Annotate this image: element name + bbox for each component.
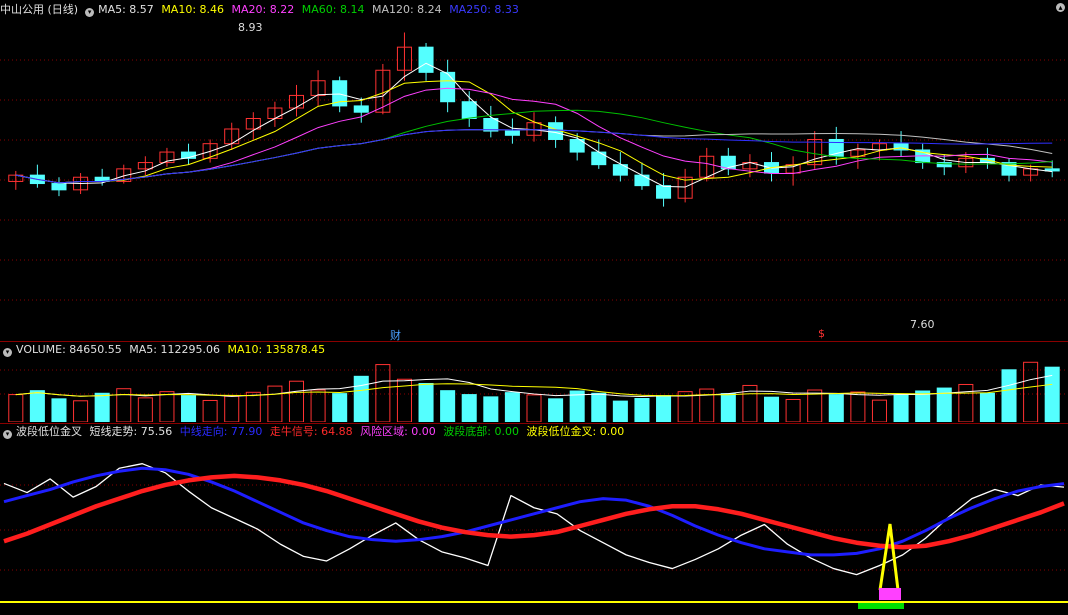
short-trend-line	[3, 463, 1065, 576]
stock-title: 中山公用 (日线)	[0, 3, 79, 16]
candle-body	[591, 151, 607, 166]
volume-bar	[94, 392, 110, 422]
volume-bar	[720, 393, 736, 422]
volume-panel[interactable]	[0, 358, 1068, 422]
volume-bar	[893, 394, 909, 422]
volume-bar	[979, 392, 995, 422]
price-chart	[0, 32, 1068, 301]
low-price-label: 7.60	[910, 318, 935, 331]
volume-bar	[526, 394, 542, 422]
volume-title: VOLUME: 84650.55	[16, 343, 122, 356]
volume-bar	[288, 380, 305, 422]
dividend-marker[interactable]: $	[818, 327, 825, 340]
volume-bar	[785, 398, 801, 422]
golden-cross-label: 波段低位金叉: 0.00	[526, 425, 625, 438]
volume-bar	[51, 398, 67, 422]
volume-bar	[29, 390, 45, 422]
volume-legend: ▾ VOLUME: 84650.55 MA5: 112295.06 MA10: 1…	[0, 342, 329, 358]
golden-cross-spike	[878, 523, 900, 591]
volume-bar	[353, 375, 369, 422]
indicator-title: 波段低位金叉	[16, 425, 82, 438]
band-bottom-block	[858, 603, 904, 609]
mid-trend-label: 中线走向: 77.90	[179, 425, 263, 438]
volume-bar	[612, 400, 628, 422]
volume-bar	[1044, 366, 1060, 422]
volume-bar	[1023, 361, 1039, 422]
volume-bar	[828, 394, 844, 422]
volume-bar	[310, 389, 326, 422]
mid-trend-line	[3, 466, 1065, 557]
indicator-panel[interactable]	[0, 440, 1068, 615]
volume-bar	[8, 394, 24, 422]
volume-bar	[958, 383, 974, 422]
volume-bar	[461, 394, 477, 422]
volume-ma10: MA10: 135878.45	[227, 343, 326, 356]
candle-body	[353, 105, 369, 113]
volume-bar	[915, 390, 931, 422]
volume-bar	[591, 392, 607, 422]
band-bottom-label: 波段底部: 0.00	[443, 425, 520, 438]
ma250-label: MA250: 8.33	[449, 3, 519, 16]
volume-bar	[634, 398, 650, 422]
volume-bar	[245, 391, 261, 422]
price-legend: 中山公用 (日线) ▾ MA5: 8.57 MA10: 8.46 MA20: 8.2…	[0, 2, 523, 18]
indicator-settings-icon[interactable]: ▾	[3, 430, 12, 439]
volume-ma5: MA5: 112295.06	[129, 343, 220, 356]
volume-bar	[699, 388, 715, 422]
volume-chart	[0, 361, 1068, 422]
volume-bar	[483, 396, 499, 422]
ma20-label: MA20: 8.22	[231, 3, 295, 16]
candle-body	[440, 71, 456, 103]
volume-bar	[202, 399, 218, 422]
indicator-chart	[0, 463, 1068, 609]
short-trend-label: 短线走势: 75.56	[89, 425, 173, 438]
volume-bar	[137, 397, 153, 422]
candle-body	[461, 101, 477, 120]
volume-bar	[224, 395, 240, 422]
volume-bar	[656, 395, 672, 422]
ma10-label: MA10: 8.46	[161, 3, 225, 16]
indicator-legend: ▾ 波段低位金叉 短线走势: 75.56 中线走向: 77.90 走牛信号: 64…	[0, 424, 628, 440]
volume-bar	[1001, 369, 1017, 422]
volume-bar	[375, 364, 391, 422]
candle-body	[504, 130, 520, 136]
volume-bar	[159, 391, 175, 422]
volume-bar	[504, 392, 520, 422]
high-price-label: 8.93	[238, 21, 263, 34]
risk-zone-label: 风险区域: 0.00	[360, 425, 436, 438]
risk-zone-block	[879, 588, 901, 600]
candle-body	[51, 183, 67, 191]
ma5-label: MA5: 8.57	[98, 3, 154, 16]
candle-body	[634, 174, 650, 187]
candle-body	[418, 46, 434, 73]
bull-signal-label: 走牛信号: 64.88	[269, 425, 353, 438]
volume-settings-icon[interactable]: ▾	[3, 348, 12, 357]
ma120-label: MA120: 8.24	[371, 3, 442, 16]
volume-bar	[871, 399, 887, 422]
price-panel[interactable]	[0, 0, 1068, 340]
volume-bar	[73, 400, 89, 422]
volume-bar	[763, 396, 780, 422]
volume-bar	[548, 398, 564, 422]
volume-bar	[569, 390, 585, 422]
candle-body	[483, 118, 499, 132]
candle-body	[656, 185, 672, 199]
ma60-label: MA60: 8.14	[301, 3, 365, 16]
bull-signal-line	[3, 473, 1065, 550]
volume-bar	[418, 382, 434, 422]
volume-bar	[181, 395, 197, 422]
volume-bar	[807, 389, 823, 422]
volume-bar	[850, 391, 866, 422]
volume-bar	[267, 385, 283, 422]
volume-bar	[332, 393, 348, 422]
volume-bar	[440, 390, 456, 422]
settings-circle-icon[interactable]: ▾	[85, 8, 95, 17]
